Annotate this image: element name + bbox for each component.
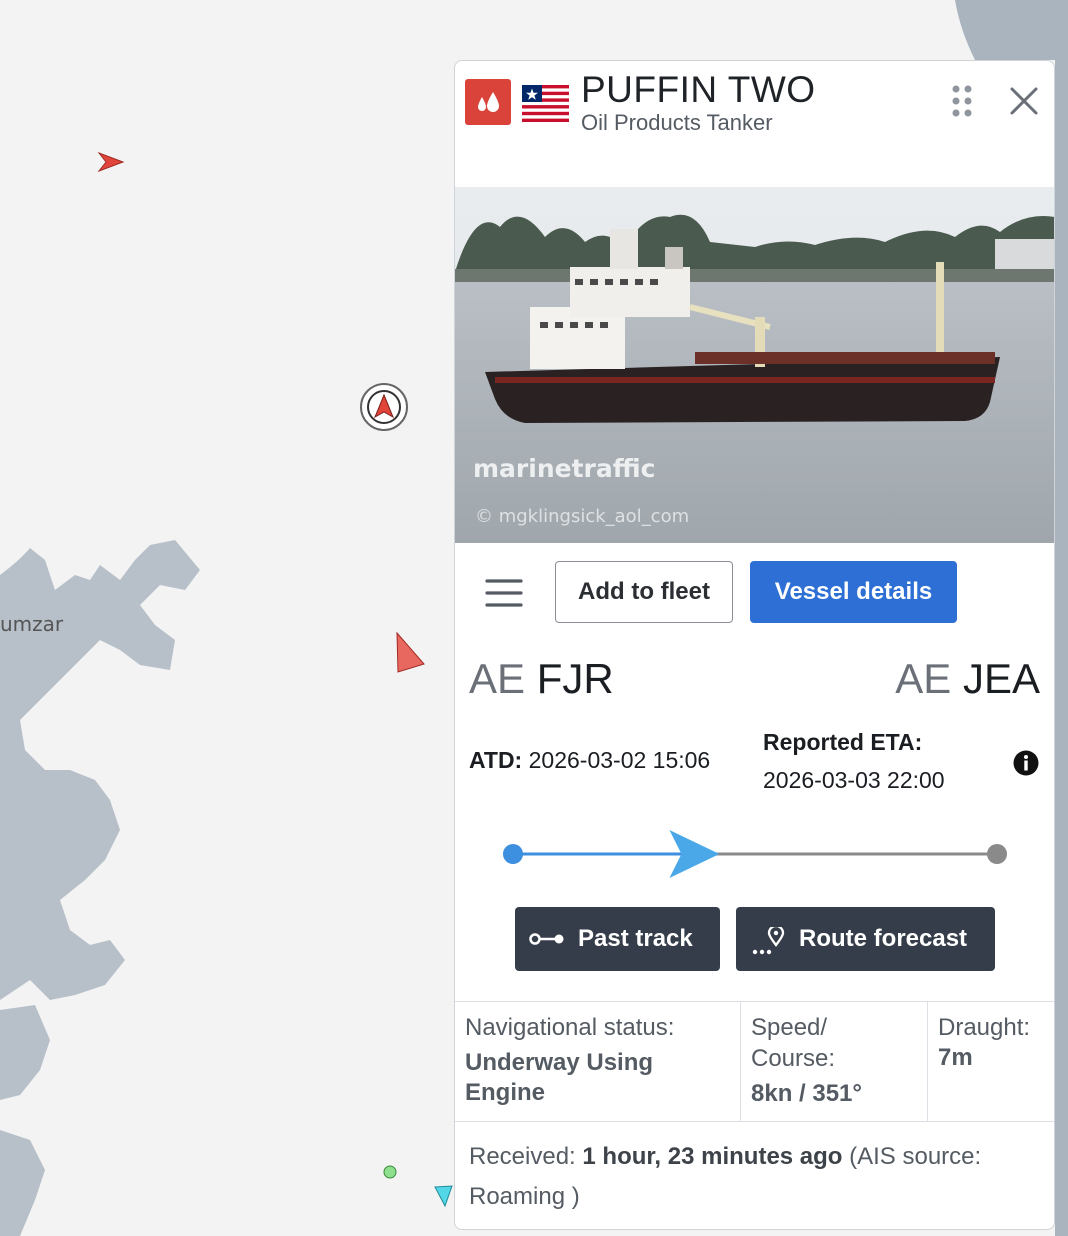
draught-value: 7m <box>938 1044 973 1071</box>
vessel-photo[interactable]: marinetraffic © mgklingsick_aol_com <box>455 187 1055 543</box>
route-forecast-label: Route forecast <box>799 925 968 952</box>
speed-course-value: 8kn / 351° <box>751 1080 862 1107</box>
route-forecast-button[interactable]: Route forecast <box>736 907 995 971</box>
atd: ATD: 2026-03-02 15:06 <box>469 747 710 774</box>
info-icon[interactable] <box>1012 749 1040 777</box>
drag-handle-icon[interactable] <box>950 83 976 119</box>
add-to-fleet-button[interactable]: Add to fleet <box>555 561 733 623</box>
vessel-type: Oil Products Tanker <box>581 110 773 135</box>
past-track-label: Past track <box>578 925 693 952</box>
speed-course-cell: Speed/ Course: 8kn / 351° <box>740 1002 927 1121</box>
past-track-button[interactable]: Past track <box>515 907 720 971</box>
draught-cell: Draught: 7m <box>927 1002 1054 1121</box>
navigational-status-value-line2: Engine <box>465 1079 546 1106</box>
atd-label: ATD: <box>469 747 523 773</box>
photo-watermark: marinetraffic <box>473 454 655 483</box>
departure-port[interactable]: AE FJR <box>469 655 614 703</box>
arrival-dot <box>987 844 1007 864</box>
track-line-icon <box>529 933 564 945</box>
navigational-status-cell: Navigational status: Underway Using Engi… <box>455 1002 740 1121</box>
route-pin-icon <box>752 927 785 955</box>
vessel-marker <box>383 1165 397 1179</box>
navigational-status-label: Navigational status: <box>465 1014 675 1041</box>
hamburger-menu-icon[interactable] <box>481 575 527 611</box>
arrival-country: AE <box>895 655 952 702</box>
eta-label: Reported ETA: <box>763 729 923 755</box>
photo-credit: © mgklingsick_aol_com <box>475 506 689 527</box>
draught-label: Draught: <box>938 1014 1031 1041</box>
arrival-port[interactable]: AE JEA <box>895 655 1040 703</box>
departure-code: FJR <box>536 655 614 702</box>
ais-source: Roaming ) <box>469 1183 580 1210</box>
liberia-flag-icon <box>522 85 569 122</box>
vessel-info-panel: PUFFIN TWO Oil Products Tanker marinetra… <box>454 60 1055 1230</box>
map-place-label: umzar <box>0 612 64 636</box>
atd-value: 2026-03-02 15:06 <box>528 747 711 773</box>
received-label: Received: <box>469 1143 576 1170</box>
voyage-progress <box>503 830 1007 878</box>
panel-header: PUFFIN TWO Oil Products Tanker <box>455 61 1054 141</box>
received-info: Received: 1 hour, 23 minutes ago (AIS so… <box>469 1137 1039 1217</box>
navigational-status-value-line1: Underway Using <box>465 1049 654 1076</box>
departure-dot <box>503 844 523 864</box>
selected-vessel-marker <box>360 383 408 431</box>
status-grid: Navigational status: Underway Using Engi… <box>455 1001 1054 1122</box>
close-icon[interactable] <box>1008 85 1040 117</box>
speed-course-label-line1: Speed/ <box>751 1014 828 1041</box>
departure-country: AE <box>469 655 526 702</box>
ais-source-prefix: (AIS source: <box>849 1143 982 1170</box>
received-ago: 1 hour, 23 minutes ago <box>582 1143 843 1170</box>
vessel-details-button[interactable]: Vessel details <box>750 561 957 623</box>
arrival-code: JEA <box>962 655 1040 702</box>
eta-value: 2026-03-03 22:00 <box>763 767 945 793</box>
vessel-name: PUFFIN TWO <box>581 69 816 110</box>
oil-drop-icon <box>465 79 511 125</box>
speed-course-label-line2: Course: <box>751 1045 836 1072</box>
